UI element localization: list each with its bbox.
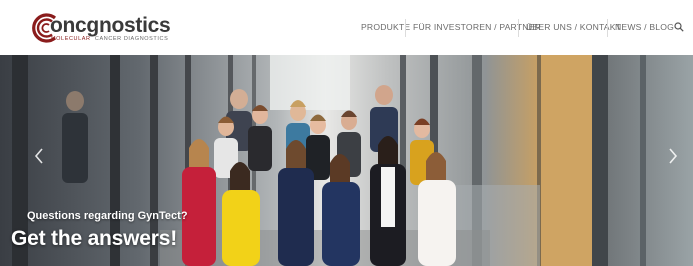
site-header: oncgnostics MOLECULAR CANCER DIAGNOSTICS… [0,0,693,56]
hero-headline[interactable]: Get the answers! [11,227,177,251]
chevron-right-icon[interactable] [664,143,682,169]
logo-tagline-part2: CANCER DIAGNOSTICS [94,36,169,42]
nav-divider [518,19,519,37]
logo-tagline: MOLECULAR CANCER DIAGNOSTICS [51,36,168,43]
chevron-left-icon[interactable] [30,143,48,169]
brand-logo[interactable]: oncgnostics MOLECULAR CANCER DIAGNOSTICS [28,11,171,45]
search-icon[interactable] [674,22,684,32]
hero-slider: Questions regarding GynTect? Get the ans… [0,55,693,266]
nav-divider [607,19,608,37]
nav-item-news[interactable]: NEWS / BLOG [615,0,674,55]
hero-question: Questions regarding GynTect? [27,210,188,222]
logo-wordmark: oncgnostics [50,14,171,37]
nav-item-investoren[interactable]: FÜR INVESTOREN / PARTNER [413,0,541,55]
logo-tagline-part1: MOLECULAR [51,36,91,42]
nav-divider [405,19,406,37]
nav-item-produkte[interactable]: PRODUKTE [361,0,410,55]
